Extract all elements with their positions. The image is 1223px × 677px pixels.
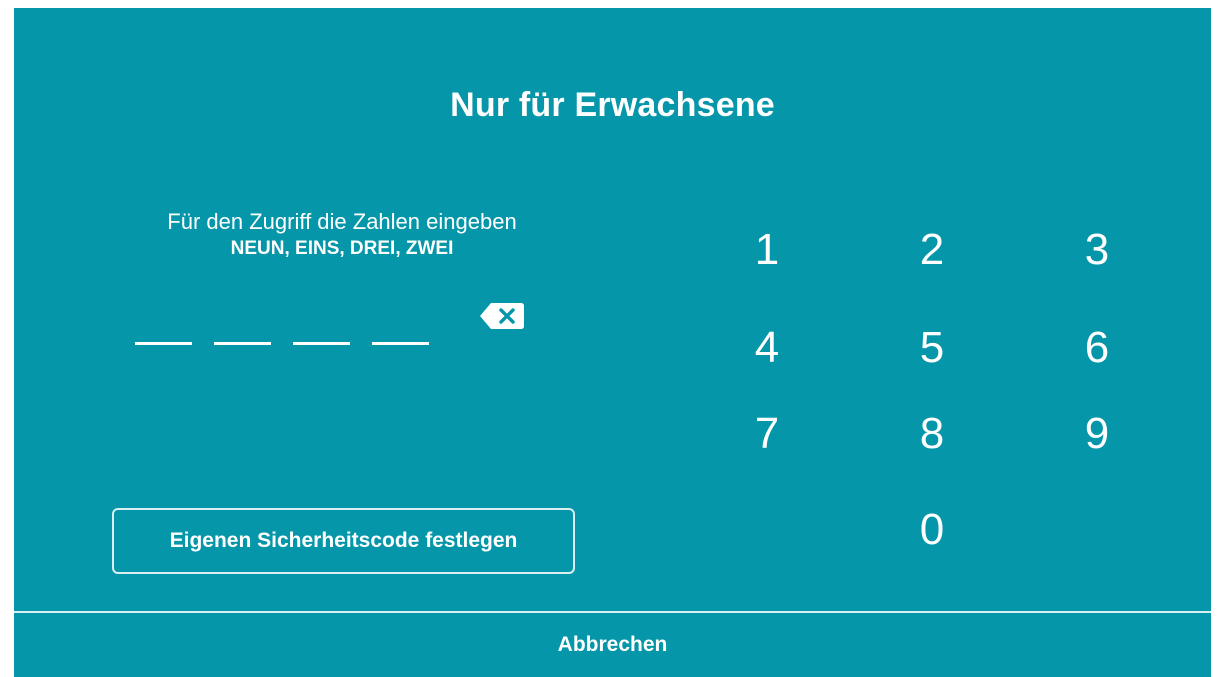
key-2[interactable]: 2 xyxy=(892,220,972,280)
code-slot-1 xyxy=(135,342,192,345)
code-slot-2 xyxy=(214,342,271,345)
key-5[interactable]: 5 xyxy=(892,318,972,378)
key-7[interactable]: 7 xyxy=(727,404,807,464)
instruction-numbers: NEUN, EINS, DREI, ZWEI xyxy=(230,238,454,259)
key-9[interactable]: 9 xyxy=(1057,404,1137,464)
instruction: Für den Zugriff die Zahlen eingeben NEUN… xyxy=(110,208,574,262)
dialog-title: Nur für Erwachsene xyxy=(450,86,775,124)
backspace-icon xyxy=(480,303,524,329)
code-slots xyxy=(135,342,435,346)
backspace-button[interactable] xyxy=(479,302,525,330)
code-slot-3 xyxy=(293,342,350,345)
adult-gate-dialog: Nur für Erwachsene Für den Zugriff die Z… xyxy=(14,8,1211,677)
set-security-code-button[interactable]: Eigenen Sicherheitscode festlegen xyxy=(112,508,575,574)
key-3[interactable]: 3 xyxy=(1057,220,1137,280)
key-4[interactable]: 4 xyxy=(727,318,807,378)
instruction-text: Für den Zugriff die Zahlen eingeben xyxy=(167,209,517,234)
key-1[interactable]: 1 xyxy=(727,220,807,280)
cancel-button[interactable]: Abbrechen xyxy=(14,613,1211,677)
key-6[interactable]: 6 xyxy=(1057,318,1137,378)
code-slot-4 xyxy=(372,342,429,345)
key-0[interactable]: 0 xyxy=(892,500,972,560)
key-8[interactable]: 8 xyxy=(892,404,972,464)
